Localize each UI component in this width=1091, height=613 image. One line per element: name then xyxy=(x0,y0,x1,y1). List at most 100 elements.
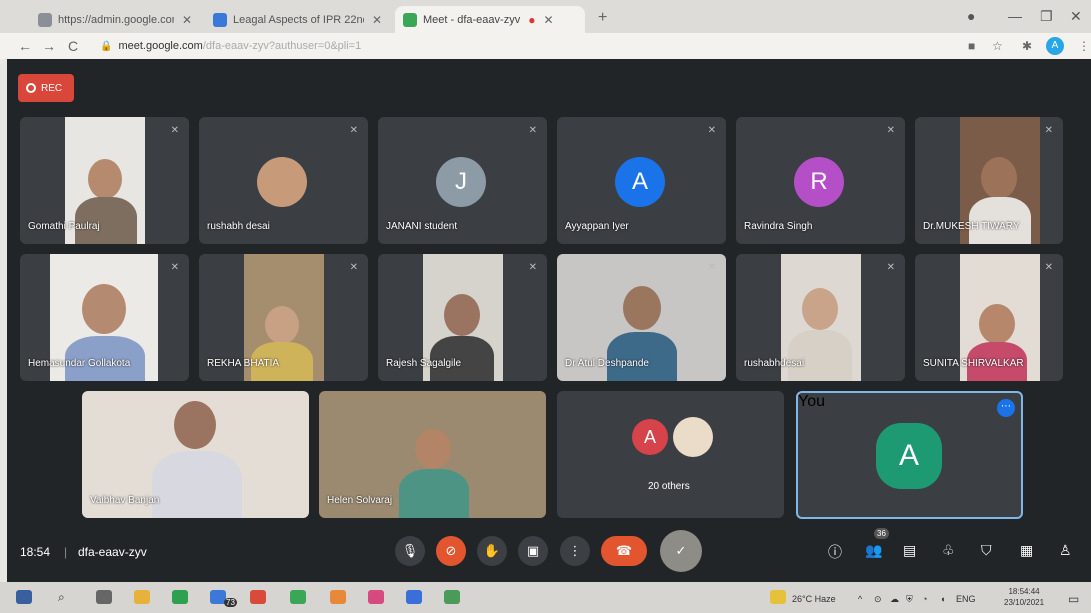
tab-legal[interactable]: Leagal Aspects of IPR 22nd & 2... ✕ xyxy=(205,6,390,33)
url-host: meet.google.com xyxy=(118,40,203,52)
cloud-icon[interactable]: ☁ xyxy=(890,594,899,605)
self-view-tile[interactable]: A You ⋯ xyxy=(796,391,1023,519)
participant-face xyxy=(88,159,122,199)
language-label[interactable]: ENG xyxy=(956,594,976,604)
system-clock[interactable]: 18:54:44 23/10/2021 xyxy=(1004,586,1044,608)
participant-tile[interactable]: R ✕ Ravindra Singh xyxy=(736,117,905,244)
maps-icon[interactable] xyxy=(290,590,306,604)
volume-icon[interactable]: ◖ xyxy=(940,594,945,604)
mic-muted-icon: ✕ xyxy=(349,125,358,136)
extensions-icon[interactable]: ✱ xyxy=(1022,39,1032,53)
menu-dots-icon[interactable]: ⋮ xyxy=(1078,39,1090,53)
participant-tile[interactable]: ✕ rushabhdesai xyxy=(736,254,905,381)
participant-tile[interactable]: Helen Solvaraj xyxy=(319,391,546,518)
weather-icon xyxy=(770,590,786,604)
participant-tile[interactable]: ✕ rushabh desai xyxy=(199,117,368,244)
participant-tile[interactable]: ✕ Gomathi Paulraj xyxy=(20,117,189,244)
mic-button[interactable]: 🎙 xyxy=(395,536,425,566)
meeting-time: 18:54 xyxy=(20,545,51,559)
recording-dot-icon: ● xyxy=(528,12,536,27)
participant-face xyxy=(444,294,480,336)
participant-tile[interactable]: ✕ Rajesh Sagalgile xyxy=(378,254,547,381)
minimize-icon[interactable]: — xyxy=(1008,8,1022,24)
new-tab-plus-icon[interactable]: + xyxy=(598,9,607,27)
participant-body xyxy=(788,330,852,381)
participant-tile[interactable]: ✕ Dr Atul Deshpande xyxy=(557,254,726,381)
participant-name: Dr.MUKESH TIWARY xyxy=(923,221,1020,232)
participant-face xyxy=(979,304,1015,344)
participant-name: REKHA BHATIA xyxy=(207,358,280,369)
participant-tile[interactable]: ✕ REKHA BHATIA xyxy=(199,254,368,381)
others-tile[interactable]: A 20 others xyxy=(557,391,784,518)
participant-body xyxy=(607,332,677,381)
participant-body xyxy=(152,451,242,518)
info-icon[interactable]: ⓘ xyxy=(828,542,842,562)
people-count-badge: 36 xyxy=(874,528,889,539)
raise-hand-button[interactable]: ✋ xyxy=(477,536,507,566)
participant-tile[interactable]: J ✕ JANANI student xyxy=(378,117,547,244)
record-icon xyxy=(26,83,36,93)
mic-muted-icon: ✕ xyxy=(349,262,358,273)
close-icon[interactable]: ✕ xyxy=(182,13,192,27)
url-path: /dfa-eaav-zyv?authuser=0&pli=1 xyxy=(202,40,362,52)
camera-icon[interactable]: ■ xyxy=(968,39,975,53)
media-icon[interactable] xyxy=(368,590,384,604)
people-icon[interactable]: 👥 xyxy=(865,542,882,559)
camera-off-button[interactable]: ⊘ xyxy=(436,536,466,566)
participant-avatar: R xyxy=(794,157,844,207)
notifications-icon[interactable]: ▭ xyxy=(1068,592,1079,606)
file-explorer-icon[interactable] xyxy=(134,590,150,604)
close-icon[interactable]: ✕ xyxy=(372,13,382,27)
word-icon[interactable] xyxy=(406,590,422,604)
tab-label: https://admin.google.com/a/cp... xyxy=(58,13,174,26)
windows-start-icon[interactable] xyxy=(16,590,32,604)
participant-name: rushabh desai xyxy=(207,221,270,232)
photos-icon[interactable] xyxy=(330,590,346,604)
profile-dot-icon[interactable]: ● xyxy=(967,8,975,24)
participant-tile[interactable]: ✕ Dr.MUKESH TIWARY xyxy=(915,117,1063,244)
back-arrow-icon[interactable]: ← xyxy=(18,38,32,54)
leave-call-button[interactable]: ☎ xyxy=(601,536,647,566)
tray-overflow-icon[interactable]: ^ xyxy=(858,594,862,604)
mail-badge: 73 xyxy=(224,598,237,607)
security-icon[interactable]: ⛨ xyxy=(906,594,913,605)
participant-tile[interactable]: ✕ Hemasundar Gollakota xyxy=(20,254,189,381)
chat-icon[interactable]: ▤ xyxy=(903,542,916,559)
tab-meet[interactable]: Meet - dfa-eaav-zyv ● ✕ xyxy=(395,6,585,33)
participant-tile[interactable]: Vaibhav Banjan xyxy=(82,391,309,518)
star-icon[interactable]: ☆ xyxy=(992,39,1003,53)
participant-tile[interactable]: ✕ SUNITA SHIRVALKAR xyxy=(915,254,1063,381)
participant-avatar: J xyxy=(436,157,486,207)
profile-avatar[interactable]: A xyxy=(1046,37,1064,55)
task-view-icon[interactable] xyxy=(96,590,112,604)
close-icon[interactable]: ✕ xyxy=(543,13,553,27)
forward-arrow-icon[interactable]: → xyxy=(42,38,56,54)
activities-icon[interactable]: ♧ xyxy=(942,542,955,559)
weather-text: 26°C Haze xyxy=(792,594,836,604)
reload-icon[interactable]: C xyxy=(68,38,78,54)
participant-name: rushabhdesai xyxy=(744,358,805,369)
chrome-icon[interactable] xyxy=(172,590,188,604)
mic-muted-icon: ✕ xyxy=(1044,262,1053,273)
present-button[interactable]: ▣ xyxy=(518,536,548,566)
excel-icon[interactable] xyxy=(444,590,460,604)
network-icon[interactable]: ⊙ xyxy=(874,594,882,605)
participant-tile[interactable]: A ✕ Ayyappan Iyer xyxy=(557,117,726,244)
office-icon[interactable] xyxy=(250,590,266,604)
tab-label: Leagal Aspects of IPR 22nd & 2... xyxy=(233,13,364,26)
mic-muted-icon: ✕ xyxy=(170,125,179,136)
more-options-button[interactable]: ⋮ xyxy=(560,536,590,566)
participant-name: SUNITA SHIRVALKAR xyxy=(923,358,1024,369)
user-settings-icon[interactable]: ♙ xyxy=(1059,542,1072,559)
search-icon[interactable]: ⌕ xyxy=(58,590,74,604)
url-field[interactable]: 🔒 meet.google.com /dfa-eaav-zyv?authuser… xyxy=(100,37,361,55)
restore-icon[interactable]: ❐ xyxy=(1040,8,1053,25)
grid-icon[interactable]: ▦ xyxy=(1020,542,1033,559)
window-close-icon[interactable]: ✕ xyxy=(1070,8,1082,25)
host-controls-icon[interactable]: ⛉ xyxy=(981,542,992,559)
more-options-icon[interactable]: ⋯ xyxy=(997,399,1015,417)
tab-admin[interactable]: https://admin.google.com/a/cp... ✕ xyxy=(30,6,200,33)
wifi-icon[interactable]: ◔ xyxy=(922,594,927,604)
profile-photo xyxy=(257,157,307,207)
participant-face xyxy=(82,284,126,334)
